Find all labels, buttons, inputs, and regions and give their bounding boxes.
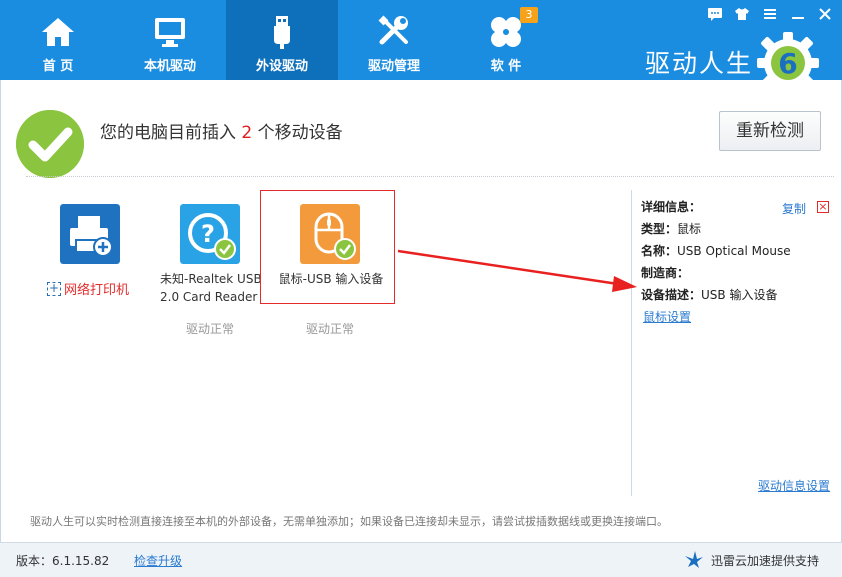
detail-type-value: 鼠标 [677, 222, 702, 236]
hint-text: 驱动人生可以实时检测直接连接至本机的外部设备，无需单独添加；如果设备已连接却未显… [30, 515, 668, 528]
software-update-badge: 3 [520, 7, 538, 23]
device-count-headline: 您的电脑目前插入 2 个移动设备 [100, 118, 343, 143]
detail-row-name: 名称：USB Optical Mouse [641, 242, 791, 259]
brand-name: 驱动人生 [645, 49, 754, 78]
tab-peripheral-drivers-label: 外设驱动 [255, 59, 308, 74]
skin-icon[interactable] [733, 5, 751, 23]
xunlei-bird-icon [685, 551, 703, 568]
detail-type-key: 类型： [641, 222, 678, 236]
printer-icon [60, 204, 120, 264]
version-label: 版本：6.1.15.82 [16, 554, 110, 568]
detail-name-value: USB Optical Mouse [677, 244, 791, 258]
check-upgrade-link[interactable]: 检查升级 [134, 552, 182, 569]
mouse-settings-link[interactable]: 鼠标设置 [643, 308, 691, 325]
main-panel [0, 80, 842, 542]
recheck-button[interactable]: 重新检测 [719, 111, 821, 151]
tab-driver-management-label: 驱动管理 [367, 59, 420, 74]
copy-button[interactable]: 复制 [782, 200, 806, 217]
mouse-device-name: 鼠标-USB 输入设备 [278, 272, 384, 286]
menu-icon[interactable] [761, 5, 779, 23]
home-icon [42, 18, 74, 46]
divider [26, 176, 834, 177]
plus-icon: + [47, 280, 61, 296]
tab-driver-management[interactable]: 驱动管理 [338, 0, 450, 80]
tab-local-drivers[interactable]: 本机驱动 [114, 0, 226, 80]
tab-local-drivers-label: 本机驱动 [143, 59, 196, 74]
svg-text:?: ? [201, 220, 215, 248]
device-count: 2 [241, 123, 253, 143]
svg-text:6: 6 [778, 47, 797, 80]
detail-description-key: 设备描述： [641, 288, 702, 302]
tab-home-label: 首 页 [42, 59, 74, 74]
top-navigation-bar: 首 页 本机驱动 外设驱动 驱动管理 软 件 3 驱动人生 6 [0, 0, 842, 94]
usb-icon [274, 16, 290, 49]
device-card-reader[interactable]: ? [150, 204, 270, 334]
message-icon[interactable] [706, 5, 724, 23]
detail-row-manufacturer: 制造商： [641, 264, 689, 281]
minimize-icon[interactable] [789, 5, 807, 23]
detail-row-type: 类型：鼠标 [641, 220, 701, 237]
unknown-device-icon: ? [180, 204, 240, 264]
mouse-device-status: 驱动正常 [306, 322, 355, 336]
card-reader-name-line1: 未知-Realtek USB [160, 272, 262, 286]
tab-home[interactable]: 首 页 [2, 0, 114, 80]
detail-panel-separator [631, 190, 632, 496]
close-icon[interactable] [816, 5, 834, 23]
device-usb-mouse[interactable] [270, 204, 390, 304]
xunlei-support-label: 迅雷云加速提供支持 [711, 554, 820, 568]
network-printer-label: 网络打印机 [64, 283, 130, 298]
card-reader-name: 未知-Realtek USB 2.0 Card Reader [160, 270, 270, 306]
card-reader-status: 驱动正常 [186, 322, 235, 336]
card-reader-name-line2: 2.0 Card Reader [160, 290, 258, 304]
success-check-icon [16, 110, 84, 178]
monitor-icon [155, 18, 185, 47]
detail-manufacturer-key: 制造商： [641, 266, 690, 280]
headline-prefix: 您的电脑目前插入 [100, 123, 236, 143]
close-detail-icon[interactable]: × [817, 201, 829, 213]
tab-peripheral-drivers[interactable]: 外设驱动 [226, 0, 338, 80]
tools-icon [378, 15, 408, 45]
detail-title: 详细信息： [641, 200, 702, 214]
detail-description-value: USB 输入设备 [701, 288, 778, 302]
tab-software-label: 软 件 [490, 59, 522, 74]
add-network-printer-link[interactable]: + 网络打印机 [47, 279, 129, 298]
detail-row-description: 设备描述：USB 输入设备 [641, 286, 777, 303]
mouse-icon [300, 204, 360, 264]
tab-software[interactable]: 软 件 [450, 0, 562, 80]
status-bar: 版本：6.1.15.82 检查升级 迅雷云加速提供支持 [0, 542, 842, 577]
headline-suffix: 个移动设备 [257, 123, 343, 143]
clover-icon [491, 17, 521, 47]
driver-info-settings-link[interactable]: 驱动信息设置 [758, 477, 830, 494]
detail-name-key: 名称： [641, 244, 678, 258]
